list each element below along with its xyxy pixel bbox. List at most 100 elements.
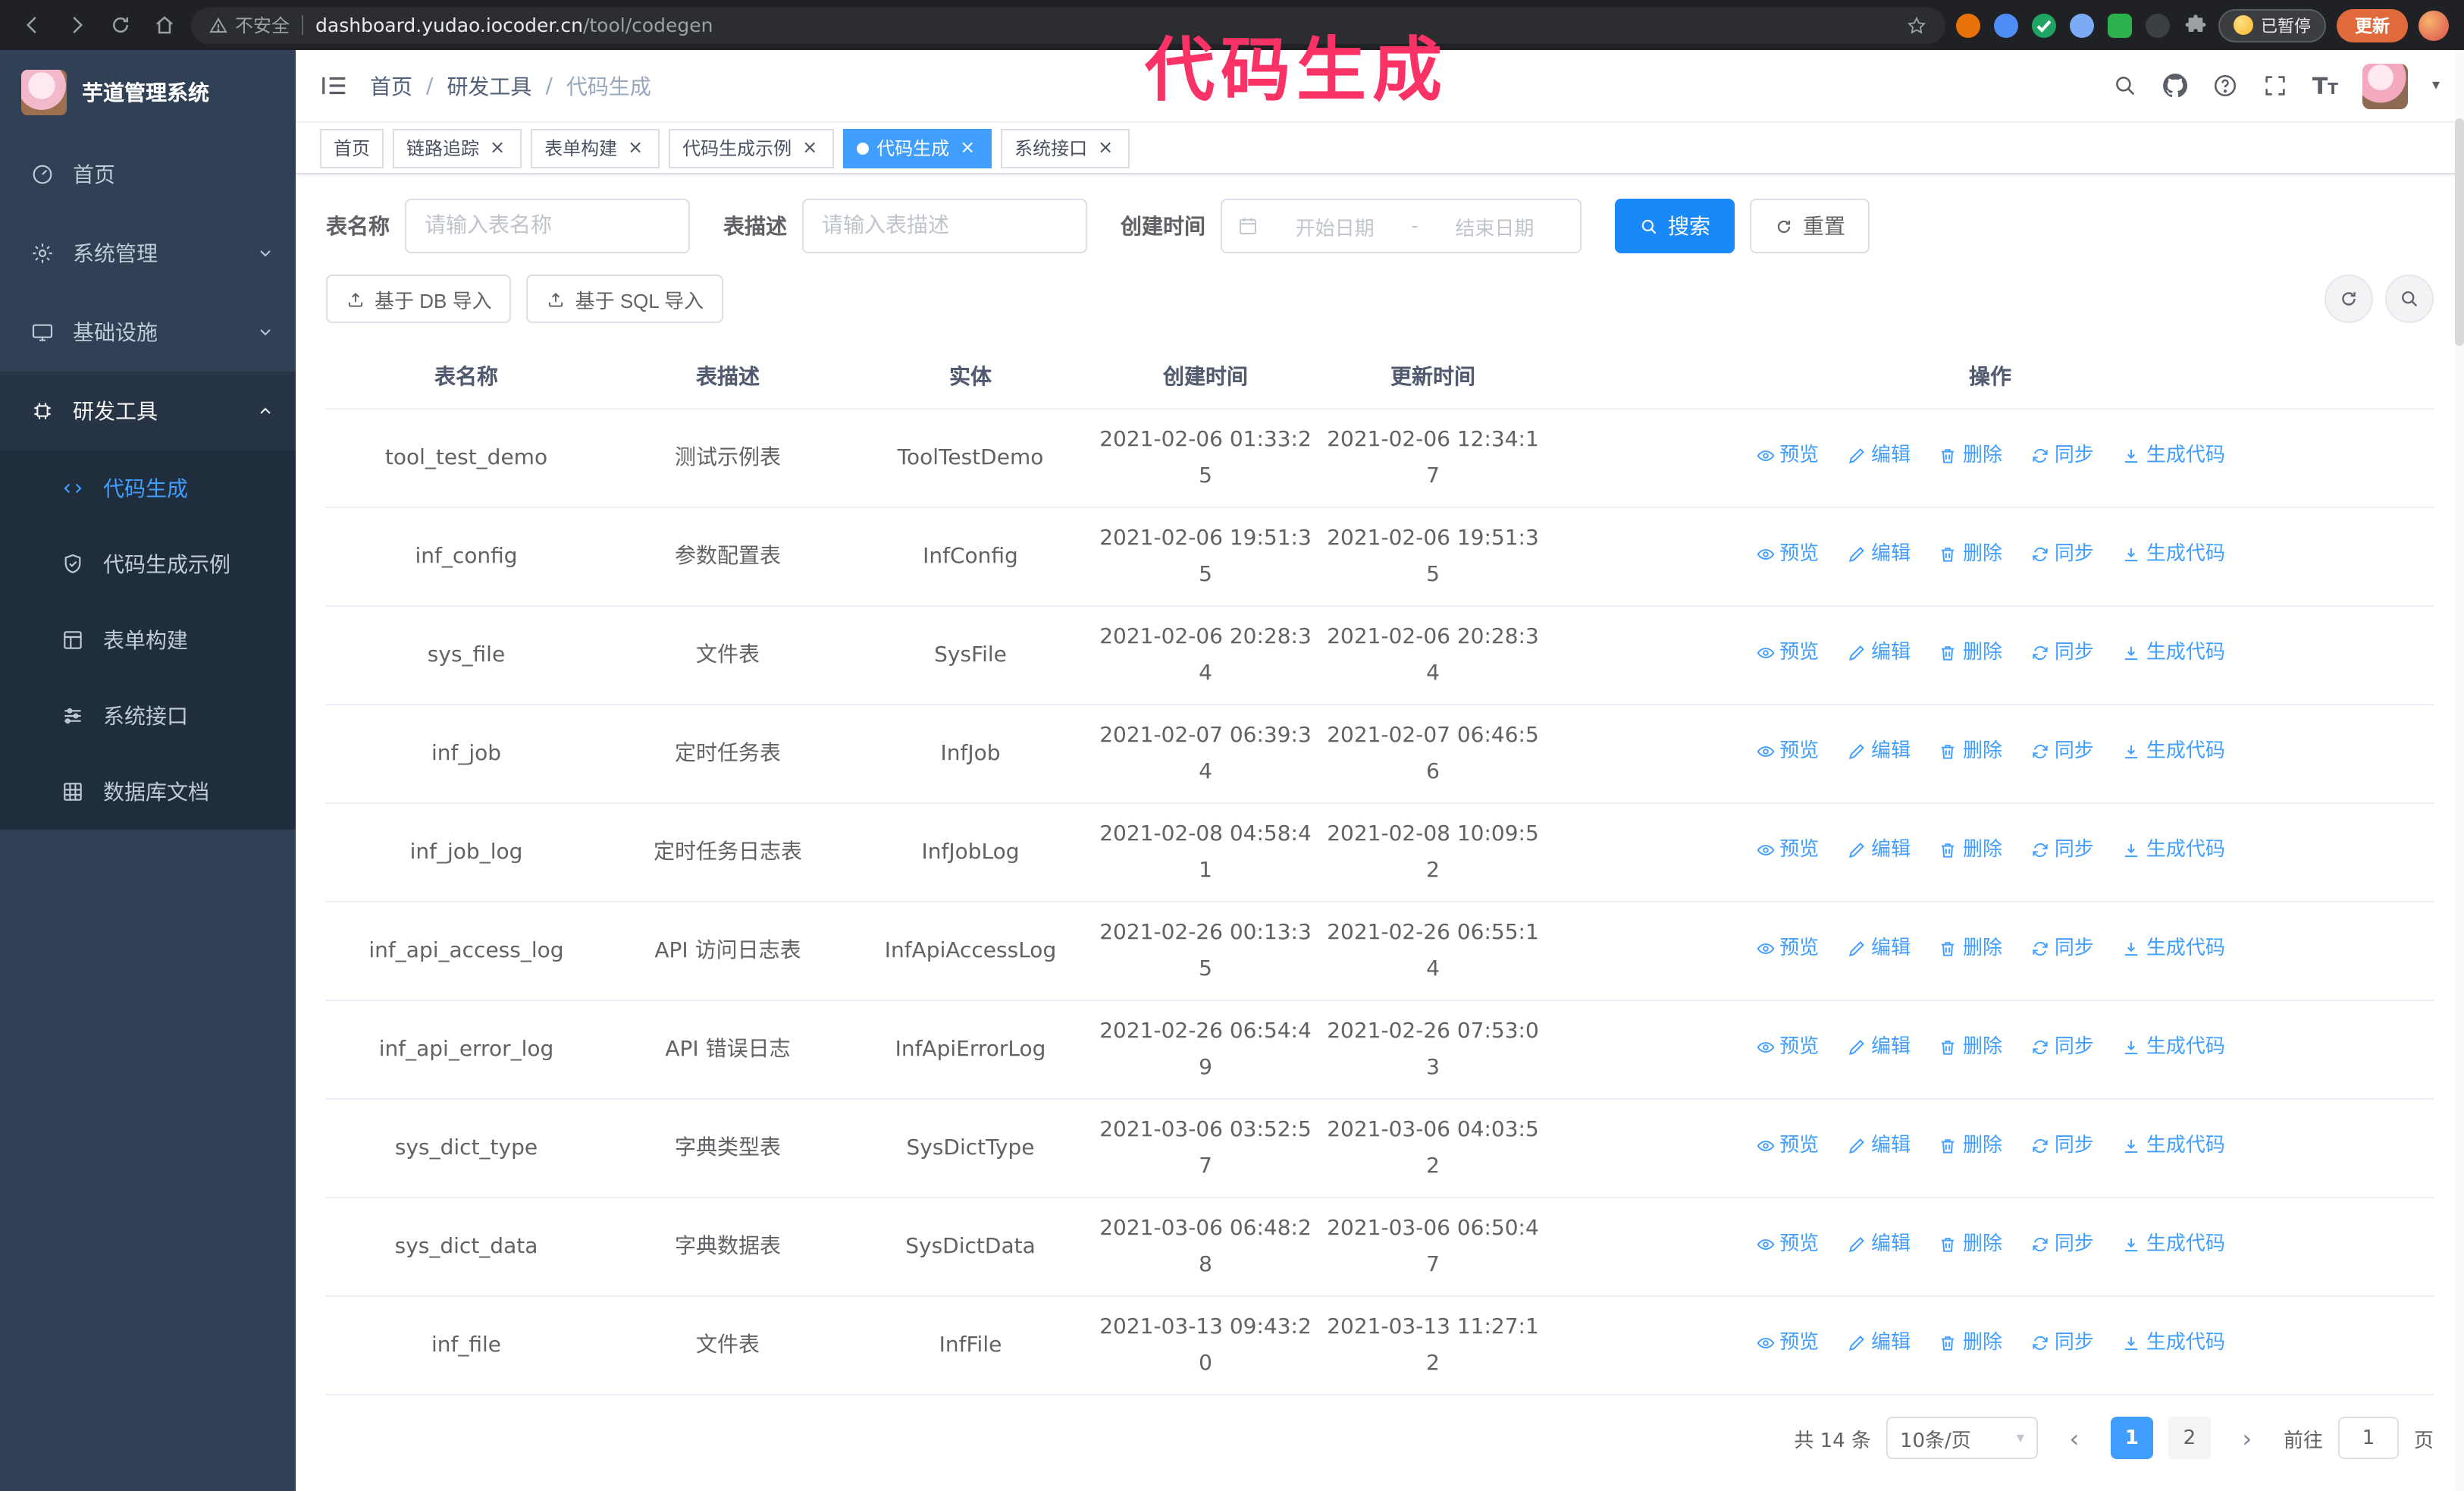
update-button[interactable]: 更新 [2337,8,2408,42]
tab-api[interactable]: 系统接口 × [1001,128,1130,168]
scrollbar[interactable] [2455,50,2464,1491]
sidebar-item-home[interactable]: 首页 [0,135,296,214]
extension-icon-6[interactable] [2146,13,2170,37]
close-icon[interactable]: × [625,137,646,159]
sync-action[interactable]: 同步 [2030,537,2094,573]
preview-action[interactable]: 预览 [1755,1326,1819,1362]
breadcrumb-home[interactable]: 首页 [370,71,412,101]
refresh-icon[interactable] [103,8,136,42]
github-icon[interactable] [2162,73,2188,99]
sync-action[interactable]: 同步 [2030,1030,2094,1066]
page-size-select[interactable]: 10条/页 ▾ [1886,1417,2038,1459]
preview-action[interactable]: 预览 [1755,636,1819,672]
close-icon[interactable]: × [487,137,508,159]
next-page-button[interactable]: › [2226,1417,2268,1459]
search-toggle-icon[interactable] [2385,275,2434,323]
delete-action[interactable]: 删除 [1939,438,2002,475]
paused-badge[interactable]: 已暂停 [2218,8,2326,42]
help-icon[interactable] [2212,73,2238,99]
preview-action[interactable]: 预览 [1755,833,1819,869]
generate-code-action[interactable]: 生成代码 [2122,931,2225,968]
generate-code-action[interactable]: 生成代码 [2122,1326,2225,1362]
sidebar-item-infra[interactable]: 基础设施 [0,293,296,372]
prev-page-button[interactable]: ‹ [2053,1417,2096,1459]
page-1-button[interactable]: 1 [2110,1417,2153,1459]
generate-code-action[interactable]: 生成代码 [2122,438,2225,475]
generate-code-action[interactable]: 生成代码 [2122,636,2225,672]
edit-action[interactable]: 编辑 [1847,734,1911,771]
preview-action[interactable]: 预览 [1755,438,1819,475]
security-warning[interactable]: 不安全 [209,12,290,38]
generate-code-action[interactable]: 生成代码 [2122,1030,2225,1066]
table-desc-input[interactable] [802,199,1087,253]
delete-action[interactable]: 删除 [1939,1030,2002,1066]
back-icon[interactable] [15,8,49,42]
close-icon[interactable]: × [799,137,820,159]
sidebar-item-db-doc[interactable]: 数据库文档 [0,754,296,830]
goto-page-input[interactable] [2337,1417,2399,1459]
preview-action[interactable]: 预览 [1755,931,1819,968]
sync-action[interactable]: 同步 [2030,833,2094,869]
generate-code-action[interactable]: 生成代码 [2122,833,2225,869]
extension-icon-4[interactable] [2070,13,2094,37]
user-avatar[interactable] [2362,63,2408,108]
import-sql-button[interactable]: 基于 SQL 导入 [526,275,724,323]
delete-action[interactable]: 删除 [1939,833,2002,869]
preview-action[interactable]: 预览 [1755,1128,1819,1165]
close-icon[interactable]: × [1095,137,1116,159]
preview-action[interactable]: 预览 [1755,1227,1819,1263]
sidebar-item-codegen-example[interactable]: 代码生成示例 [0,526,296,602]
tab-form-builder[interactable]: 表单构建 × [531,128,660,168]
preview-action[interactable]: 预览 [1755,1030,1819,1066]
sync-action[interactable]: 同步 [2030,636,2094,672]
tab-home[interactable]: 首页 [320,128,384,168]
sync-action[interactable]: 同步 [2030,1227,2094,1263]
refresh-table-icon[interactable] [2324,275,2373,323]
sidebar-item-system[interactable]: 系统管理 [0,214,296,293]
delete-action[interactable]: 删除 [1939,1227,2002,1263]
edit-action[interactable]: 编辑 [1847,833,1911,869]
sync-action[interactable]: 同步 [2030,1326,2094,1362]
sidebar-item-codegen[interactable]: 代码生成 [0,450,296,526]
extension-icon-3[interactable] [2032,13,2056,37]
sidebar-item-form-builder[interactable]: 表单构建 [0,602,296,678]
bookmark-star-icon[interactable] [1906,14,1927,36]
generate-code-action[interactable]: 生成代码 [2122,1227,2225,1263]
generate-code-action[interactable]: 生成代码 [2122,537,2225,573]
sync-action[interactable]: 同步 [2030,438,2094,475]
tab-codegen-example[interactable]: 代码生成示例 × [669,128,835,168]
close-icon[interactable]: × [957,137,978,159]
search-icon[interactable] [2112,73,2138,99]
search-button[interactable]: 搜索 [1615,199,1735,253]
edit-action[interactable]: 编辑 [1847,1030,1911,1066]
puzzle-icon[interactable] [2183,13,2208,37]
import-db-button[interactable]: 基于 DB 导入 [326,275,512,323]
tab-codegen[interactable]: 代码生成 × [843,128,992,168]
delete-action[interactable]: 删除 [1939,1128,2002,1165]
edit-action[interactable]: 编辑 [1847,1326,1911,1362]
date-range-picker[interactable]: 开始日期 - 结束日期 [1221,199,1582,253]
tab-trace[interactable]: 链路追踪 × [393,128,522,168]
breadcrumb-devtools[interactable]: 研发工具 [447,71,531,101]
preview-action[interactable]: 预览 [1755,734,1819,771]
sidebar-item-devtools[interactable]: 研发工具 [0,372,296,450]
generate-code-action[interactable]: 生成代码 [2122,734,2225,771]
chevron-down-icon[interactable]: ▾ [2432,77,2440,94]
sync-action[interactable]: 同步 [2030,1128,2094,1165]
edit-action[interactable]: 编辑 [1847,931,1911,968]
extension-icon-5[interactable] [2108,13,2132,37]
logo-row[interactable]: 芋道管理系统 [0,50,296,135]
reset-button[interactable]: 重置 [1750,199,1870,253]
edit-action[interactable]: 编辑 [1847,438,1911,475]
forward-icon[interactable] [59,8,92,42]
extension-icon-2[interactable] [1994,13,2018,37]
edit-action[interactable]: 编辑 [1847,1227,1911,1263]
generate-code-action[interactable]: 生成代码 [2122,1128,2225,1165]
edit-action[interactable]: 编辑 [1847,636,1911,672]
table-name-input[interactable] [405,199,690,253]
edit-action[interactable]: 编辑 [1847,1128,1911,1165]
font-size-icon[interactable]: TT [2312,71,2338,100]
sync-action[interactable]: 同步 [2030,734,2094,771]
delete-action[interactable]: 删除 [1939,734,2002,771]
delete-action[interactable]: 删除 [1939,1326,2002,1362]
